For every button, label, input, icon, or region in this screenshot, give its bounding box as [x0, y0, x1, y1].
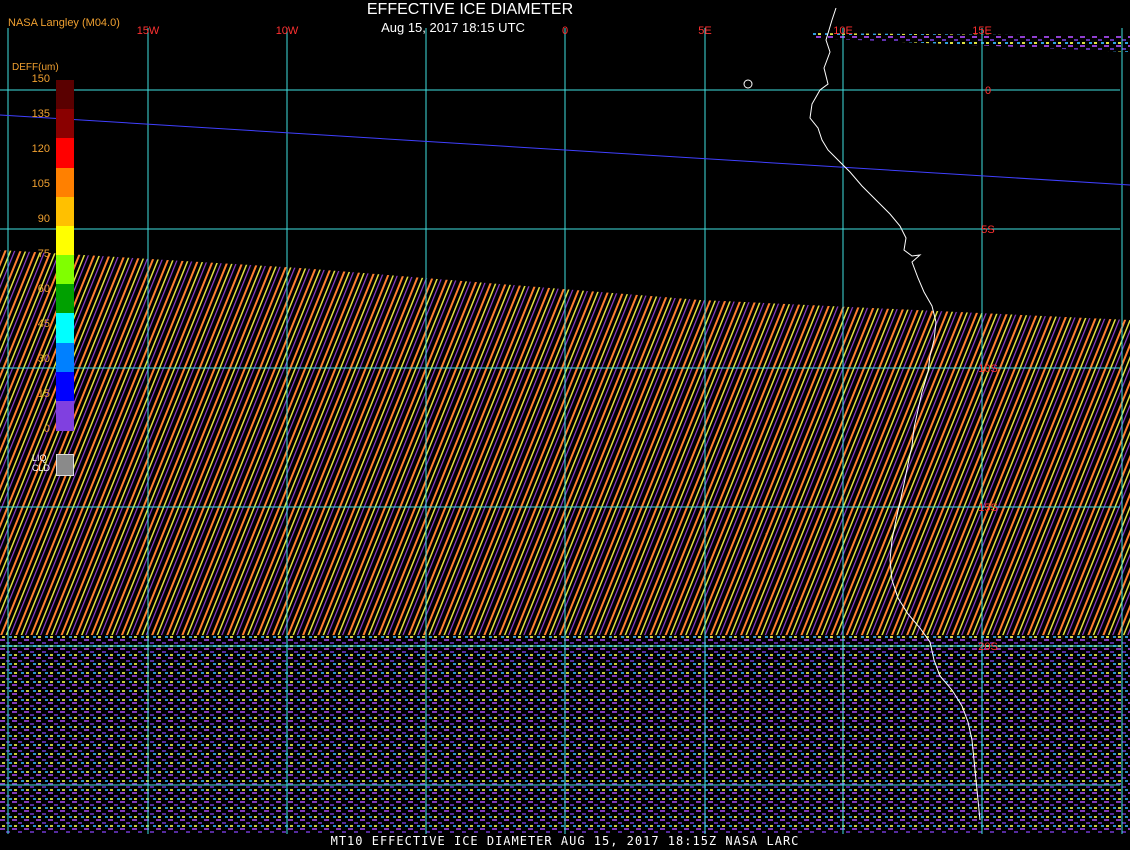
latitude-label: 20S: [978, 641, 998, 653]
legend-tick-label: 90: [37, 213, 50, 225]
legend-tick-label: 30: [37, 353, 50, 365]
longitude-label: 15E: [972, 25, 992, 37]
legend-tick-label: 150: [31, 73, 50, 85]
legend-tick-label: 45: [37, 318, 50, 330]
latitude-label: 10S: [978, 363, 998, 375]
latitude-label: 5S: [981, 224, 994, 236]
latitude-label: 15S: [978, 502, 998, 514]
legend-swatch: [56, 138, 74, 169]
legend-swatch: [56, 255, 74, 285]
legend-swatch: [56, 225, 74, 256]
legend-swatch: [56, 400, 74, 431]
legend-tick-label: 120: [31, 143, 50, 155]
legend-swatch: [56, 167, 74, 198]
island-outline: [743, 79, 753, 89]
legend-tick-label: 75: [37, 248, 50, 260]
timestamp: Aug 15, 2017 18:15 UTC: [381, 20, 525, 35]
legend-swatch: [56, 196, 74, 227]
map-canvas: 15W 10W 0 5E 10E 15E05S10S15S20S: [0, 7, 1130, 834]
top-right-swath: [810, 33, 1130, 52]
legend-swatch: [56, 284, 74, 315]
latitude-label: 0: [985, 85, 991, 97]
producer-label: NASA Langley (M04.0): [8, 17, 120, 29]
legend-swatch: [56, 313, 74, 344]
color-legend: DEFF(um) 150 135 120 105 90 75 60 45 30 15 0 LIQ C…: [8, 58, 80, 498]
legend-tick-label: 60: [37, 283, 50, 295]
footer-caption: MT10 EFFECTIVE ICE DIAMETER AUG 15, 2017…: [0, 834, 1130, 850]
legend-tick-label: 15: [37, 388, 50, 400]
legend-swatch: [56, 342, 74, 373]
liquid-cloud-swatch: [56, 454, 74, 476]
legend-swatch: [56, 80, 74, 110]
legend-tick-label: 135: [31, 108, 50, 120]
legend-swatch: [56, 371, 74, 402]
page-title: EFFECTIVE ICE DIAMETER: [366, 1, 574, 18]
legend-tick-label: 0: [43, 423, 50, 435]
legend-tick-label: 105: [31, 178, 50, 190]
liquid-label-2: CLD: [32, 463, 51, 473]
liquid-label-1: LIQ: [32, 453, 47, 463]
legend-swatch: [56, 109, 74, 140]
legend-title: DEFF(um): [12, 62, 59, 73]
